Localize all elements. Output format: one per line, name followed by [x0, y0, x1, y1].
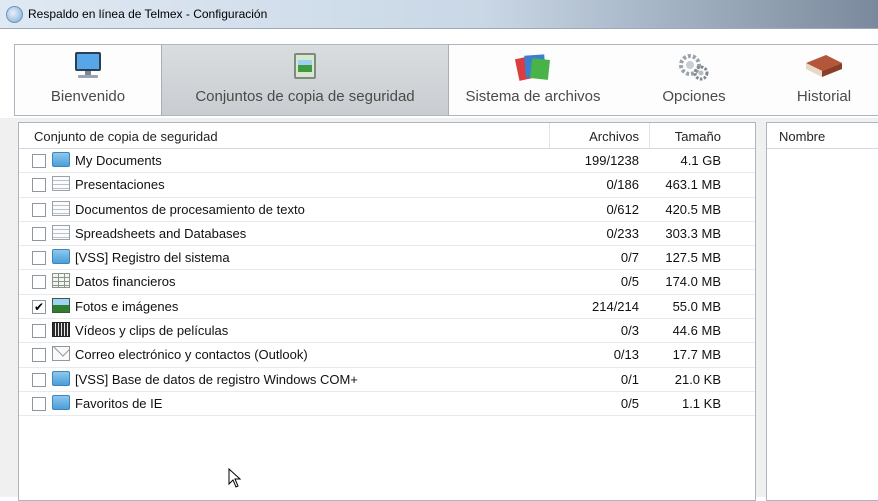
row-files: 0/233	[606, 225, 639, 241]
row-name: Vídeos y clips de películas	[75, 323, 229, 339]
main-toolbar: Bienvenido Conjuntos de copia de segurid…	[0, 29, 878, 117]
list-item[interactable]: ✔ Fotos e imágenes 214/214 55.0 MB	[19, 295, 755, 320]
row-name: Datos financieros	[75, 274, 176, 290]
spreadsheet-icon	[52, 273, 70, 289]
row-name: Correo electrónico y contactos (Outlook)	[75, 347, 308, 363]
row-size: 174.0 MB	[665, 274, 721, 290]
list-body: My Documents 199/1238 4.1 GB Presentaciones…	[19, 149, 755, 417]
window-title: Respaldo en línea de Telmex - Configurac…	[28, 7, 268, 21]
row-size: 17.7 MB	[672, 347, 721, 363]
photo-icon	[52, 297, 70, 313]
row-files: 0/5	[620, 274, 639, 290]
row-checkbox[interactable]	[32, 324, 46, 339]
row-files: 0/186	[606, 177, 639, 193]
row-checkbox[interactable]	[32, 275, 46, 290]
document-icon	[52, 224, 70, 240]
row-name: Favoritos de IE	[75, 395, 163, 411]
list-item[interactable]: Presentaciones 0/186 463.1 MB	[19, 173, 755, 198]
row-name: Spreadsheets and Databases	[75, 225, 247, 241]
column-divider	[649, 123, 650, 148]
list-item[interactable]: Datos financieros 0/5 174.0 MB	[19, 270, 755, 295]
row-size: 1.1 KB	[681, 395, 721, 411]
folder-icon	[52, 152, 70, 167]
book-icon	[806, 55, 842, 77]
row-name: [VSS] Base de datos de registro Windows …	[75, 371, 358, 387]
row-size: 44.6 MB	[672, 323, 721, 339]
row-checkbox[interactable]: ✔	[32, 299, 46, 314]
tab-label: Sistema de archivos	[465, 88, 601, 105]
row-name: [VSS] Registro del sistema	[75, 250, 230, 266]
folders-icon	[514, 54, 550, 81]
list-item[interactable]: [VSS] Registro del sistema 0/7 127.5 MB	[19, 246, 755, 271]
details-panel: Nombre	[766, 122, 878, 501]
tab-label: Opciones	[662, 88, 726, 105]
backup-sets-icon	[294, 53, 316, 79]
row-files: 0/13	[613, 347, 639, 363]
content-area: Conjunto de copia de seguridad Archivos …	[0, 118, 878, 501]
app-icon	[6, 6, 23, 23]
row-files: 0/612	[606, 201, 639, 217]
row-files: 214/214	[592, 298, 639, 314]
row-checkbox[interactable]	[32, 251, 46, 266]
column-header-size[interactable]: Tamaño	[675, 129, 721, 144]
row-checkbox[interactable]	[32, 348, 46, 363]
row-files: 0/3	[620, 323, 639, 339]
row-files: 0/1	[620, 371, 639, 387]
column-header-nombre[interactable]: Nombre	[779, 129, 825, 144]
row-size: 127.5 MB	[665, 250, 721, 266]
row-files: 0/7	[620, 250, 639, 266]
row-files: 199/1238	[584, 153, 639, 168]
row-size: 21.0 KB	[674, 371, 721, 387]
row-name: Presentaciones	[75, 177, 165, 193]
list-item[interactable]: My Documents 199/1238 4.1 GB	[19, 149, 755, 174]
tab-sistema-archivos[interactable]: Sistema de archivos	[447, 45, 619, 115]
tab-opciones[interactable]: Opciones	[619, 45, 769, 115]
list-header: Conjunto de copia de seguridad Archivos …	[19, 123, 755, 149]
tab-label: Conjuntos de copia de seguridad	[195, 88, 415, 105]
list-item[interactable]: Favoritos de IE 0/5 1.1 KB	[19, 392, 755, 417]
list-item[interactable]: Documentos de procesamiento de texto 0/61…	[19, 198, 755, 222]
column-header-files[interactable]: Archivos	[589, 129, 639, 144]
tab-label: Bienvenido	[50, 88, 126, 105]
row-name: Documentos de procesamiento de texto	[75, 201, 305, 217]
row-size: 303.3 MB	[665, 225, 721, 241]
folder-icon	[52, 370, 70, 386]
list-item[interactable]: [VSS] Base de datos de registro Windows …	[19, 368, 755, 392]
row-name: My Documents	[75, 153, 162, 168]
monitor-icon	[75, 52, 101, 78]
row-size: 4.1 GB	[680, 153, 721, 168]
row-checkbox[interactable]	[32, 372, 46, 387]
document-icon	[52, 176, 70, 192]
backup-sets-list: Conjunto de copia de seguridad Archivos …	[18, 122, 756, 501]
gears-icon	[679, 54, 709, 81]
list-item[interactable]: Spreadsheets and Databases 0/233 303.3 MB	[19, 222, 755, 247]
mail-icon	[52, 346, 70, 362]
row-checkbox[interactable]	[32, 154, 46, 168]
tab-conjuntos[interactable]: Conjuntos de copia de seguridad	[161, 45, 449, 115]
row-size: 463.1 MB	[665, 177, 721, 193]
tab-bienvenido[interactable]: Bienvenido	[15, 45, 161, 115]
title-bar: Respaldo en línea de Telmex - Configurac…	[0, 0, 878, 29]
tab-label: Historial	[796, 88, 852, 105]
tab-historial[interactable]: Historial	[769, 45, 878, 115]
list-item[interactable]: Correo electrónico y contactos (Outlook)…	[19, 343, 755, 368]
document-icon	[52, 200, 70, 216]
row-files: 0/5	[620, 395, 639, 411]
mouse-pointer-icon	[228, 468, 242, 488]
row-checkbox[interactable]	[32, 178, 46, 193]
row-name: Fotos e imágenes	[75, 298, 179, 314]
tab-strip: Bienvenido Conjuntos de copia de segurid…	[14, 44, 878, 116]
folder-icon	[52, 394, 70, 410]
row-size: 55.0 MB	[672, 298, 721, 314]
list-item[interactable]: Vídeos y clips de películas 0/3 44.6 MB	[19, 319, 755, 344]
row-checkbox[interactable]	[32, 396, 46, 411]
details-header: Nombre	[767, 123, 878, 149]
column-header-name[interactable]: Conjunto de copia de seguridad	[34, 129, 218, 144]
row-checkbox[interactable]	[32, 226, 46, 241]
row-checkbox[interactable]	[32, 202, 46, 217]
film-icon	[52, 322, 70, 338]
row-size: 420.5 MB	[665, 201, 721, 217]
folder-icon	[52, 249, 70, 265]
column-divider	[549, 123, 550, 148]
